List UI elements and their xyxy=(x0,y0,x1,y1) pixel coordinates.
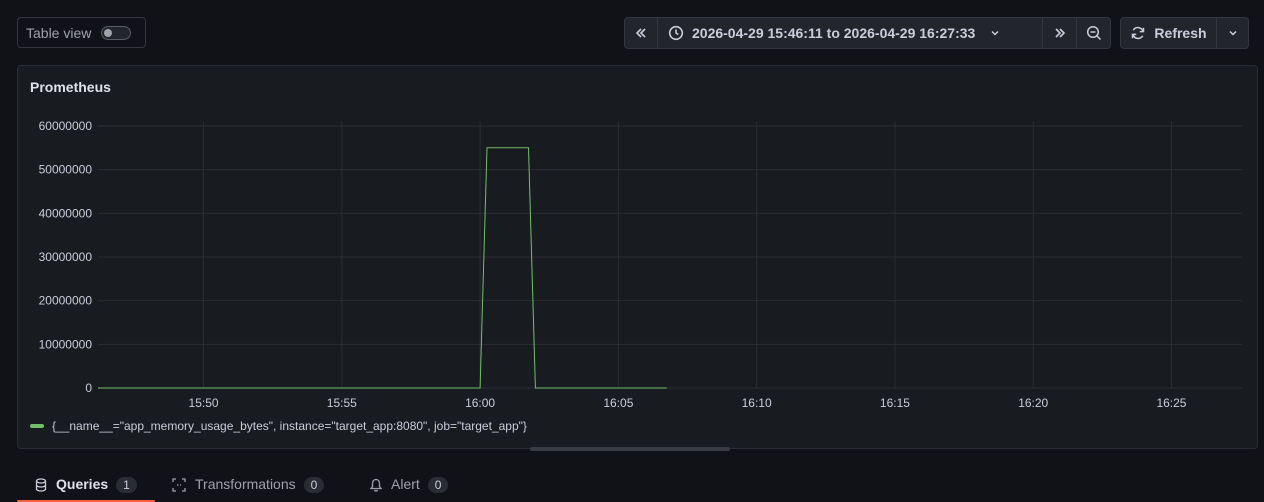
table-view-label: Table view xyxy=(26,24,92,41)
time-range-picker-button[interactable]: 2026-04-29 15:46:11 to 2026-04-29 16:27:… xyxy=(658,17,1043,49)
x-tick-label: 15:50 xyxy=(189,396,219,410)
tab-label: Transformations xyxy=(195,476,296,492)
x-tick-label: 16:00 xyxy=(465,396,495,410)
x-tick-label: 16:25 xyxy=(1156,396,1186,410)
x-tick-label: 16:15 xyxy=(880,396,910,410)
transform-icon xyxy=(172,478,186,495)
time-range-back-button[interactable] xyxy=(624,17,658,49)
tab-queries[interactable]: Queries 1 xyxy=(17,467,155,502)
refresh-button[interactable]: Refresh xyxy=(1120,17,1217,49)
panel-resize-handle[interactable] xyxy=(530,447,730,451)
tab-alert[interactable]: Alert 0 xyxy=(369,467,449,502)
x-tick-label: 15:55 xyxy=(327,396,357,410)
x-tick-label: 16:20 xyxy=(1018,396,1048,410)
refresh-interval-dropdown[interactable] xyxy=(1217,17,1249,49)
tab-count-badge: 1 xyxy=(116,477,137,493)
y-tick-label: 20000000 xyxy=(39,294,93,308)
tab-label: Queries xyxy=(56,476,109,492)
tab-transformations[interactable]: Transformations 0 xyxy=(172,467,325,502)
bell-icon xyxy=(369,478,383,495)
y-tick-label: 40000000 xyxy=(39,206,93,220)
tab-count-badge: 0 xyxy=(303,477,325,493)
refresh-label: Refresh xyxy=(1154,25,1207,41)
time-series-chart[interactable]: 0 10000000 20000000 30000000 40000000 5000000… xyxy=(18,66,1257,416)
legend: {__name__="app_memory_usage_bytes", inst… xyxy=(30,419,527,433)
x-tick-label: 16:05 xyxy=(603,396,633,410)
panel-editor-toolbar: Table view 2026-04-29 15:46:11 to 2026-0… xyxy=(0,0,1264,64)
y-tick-label: 50000000 xyxy=(39,163,93,177)
toggle-knob xyxy=(104,28,113,37)
clock-icon xyxy=(668,25,684,41)
time-range-text: 2026-04-29 15:46:11 to 2026-04-29 16:27:… xyxy=(692,25,976,41)
legend-swatch xyxy=(30,424,44,428)
series-line xyxy=(98,147,667,389)
chevron-down-icon xyxy=(1228,28,1238,38)
panel: Prometheus 0 10000000 20000000 30000000 4000… xyxy=(17,65,1258,449)
zoom-out-button[interactable] xyxy=(1077,17,1111,49)
chevron-down-icon xyxy=(990,28,1000,38)
y-tick-label: 30000000 xyxy=(39,250,93,264)
tab-count-badge: 0 xyxy=(427,477,449,493)
editor-tabs: Queries 1 Transformations 0 Alert 0 xyxy=(17,467,1258,502)
time-picker: 2026-04-29 15:46:11 to 2026-04-29 16:27:… xyxy=(624,17,1111,49)
tab-label: Alert xyxy=(391,476,420,492)
y-tick-label: 0 xyxy=(85,381,92,395)
time-range-forward-button[interactable] xyxy=(1043,17,1077,49)
legend-series-label[interactable]: {__name__="app_memory_usage_bytes", inst… xyxy=(52,419,527,433)
database-icon xyxy=(35,478,47,495)
toggle-switch[interactable] xyxy=(101,25,132,40)
refresh-icon xyxy=(1130,25,1146,41)
double-chevron-left-icon xyxy=(634,26,648,40)
table-view-toggle[interactable]: Table view xyxy=(17,17,146,48)
y-tick-label: 10000000 xyxy=(39,337,93,351)
refresh-picker: Refresh xyxy=(1120,17,1249,49)
zoom-out-icon xyxy=(1086,25,1102,41)
x-tick-label: 16:10 xyxy=(742,396,772,410)
y-tick-label: 60000000 xyxy=(39,119,93,133)
double-chevron-right-icon xyxy=(1053,26,1067,40)
